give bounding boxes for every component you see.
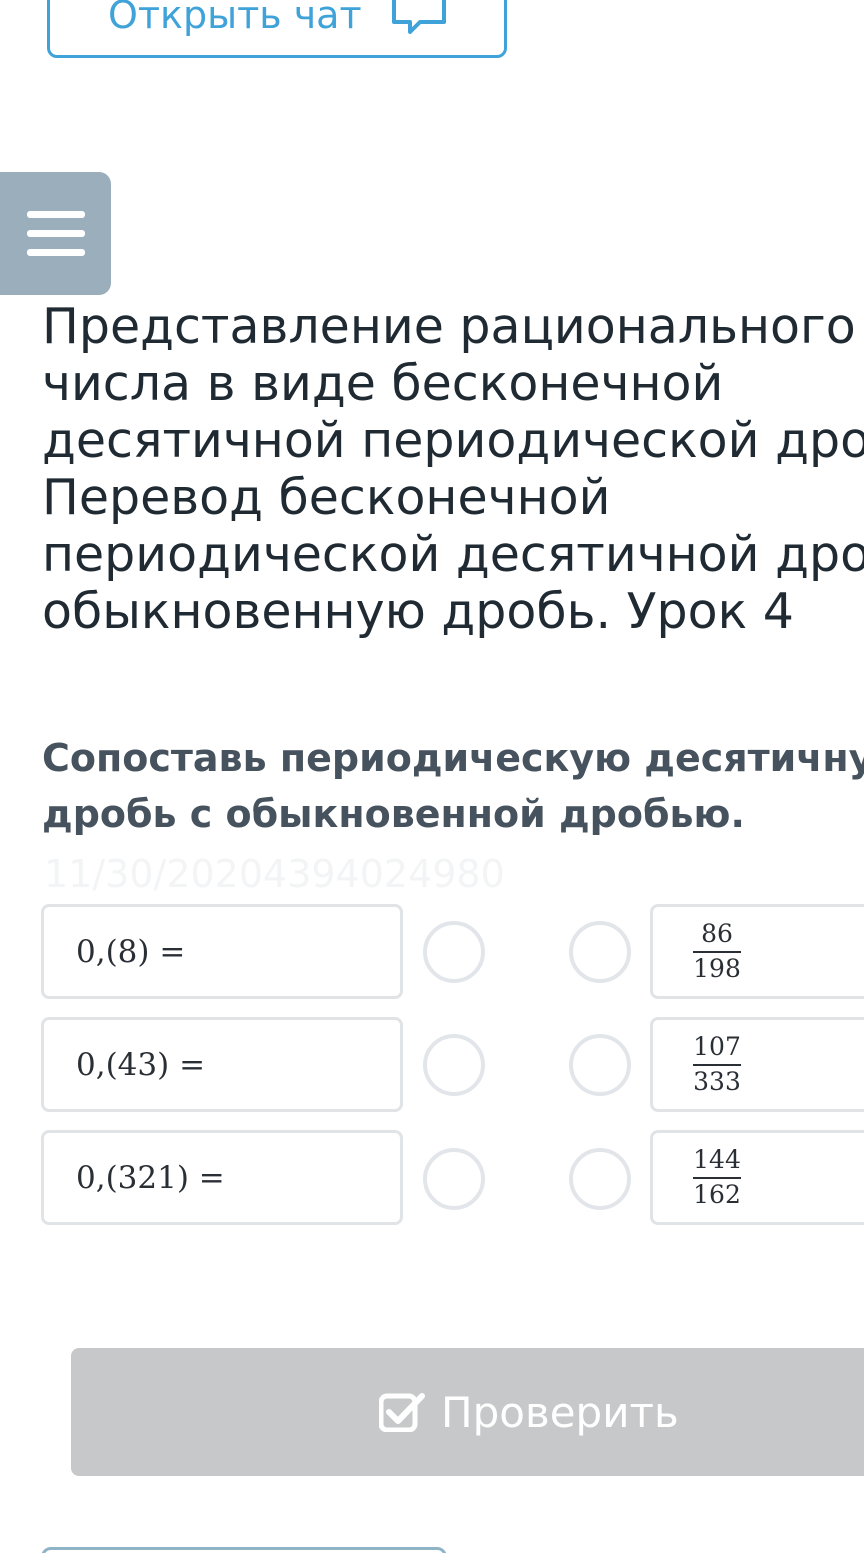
checkbox-icon	[379, 1393, 425, 1432]
right-connector-radio[interactable]	[569, 921, 631, 983]
fraction-denominator: 162	[693, 1180, 741, 1209]
task-id: 11/30/20204394024980	[44, 852, 505, 896]
left-connector-radio[interactable]	[423, 1034, 485, 1096]
fraction-numerator: 144	[693, 1145, 741, 1174]
menu-button[interactable]	[0, 172, 111, 295]
right-connector-radio[interactable]	[569, 1034, 631, 1096]
next-button[interactable]	[41, 1547, 447, 1553]
right-connector-radio[interactable]	[569, 1148, 631, 1210]
open-chat-button[interactable]: Открыть чат	[47, 0, 507, 58]
fraction-numerator: 86	[701, 919, 733, 948]
fraction-numerator: 107	[693, 1032, 741, 1061]
match-left-item[interactable]: 0,(8) =	[41, 904, 403, 999]
decimal-expression: 0,(321) =	[76, 1159, 225, 1196]
match-left-item[interactable]: 0,(43) =	[41, 1017, 403, 1112]
match-right-item[interactable]: 86 198	[650, 904, 864, 999]
fraction-denominator: 198	[693, 954, 741, 983]
fraction-bar	[693, 951, 741, 953]
fraction-bar	[693, 1064, 741, 1066]
hamburger-menu-icon	[26, 210, 85, 256]
lesson-title: Представление рационального числа в виде…	[42, 298, 864, 640]
fraction: 107 333	[693, 1032, 741, 1097]
decimal-expression: 0,(8) =	[76, 933, 186, 970]
fraction: 86 198	[693, 919, 741, 984]
fraction: 144 162	[693, 1145, 741, 1210]
check-button-label: Проверить	[441, 1387, 679, 1437]
match-right-item[interactable]: 144 162	[650, 1130, 864, 1225]
open-chat-label: Открыть чат	[108, 0, 362, 37]
task-prompt: Сопоставь периодическую десятичную дробь…	[42, 736, 864, 836]
page: Открыть чат Представление рационального …	[0, 0, 864, 1553]
fraction-bar	[693, 1177, 741, 1179]
fraction-denominator: 333	[693, 1067, 741, 1096]
decimal-expression: 0,(43) =	[76, 1046, 206, 1083]
check-button[interactable]: Проверить	[71, 1348, 864, 1476]
left-connector-radio[interactable]	[423, 1148, 485, 1210]
chat-bubble-icon	[391, 0, 446, 34]
match-right-item[interactable]: 107 333	[650, 1017, 864, 1112]
left-connector-radio[interactable]	[423, 921, 485, 983]
match-left-item[interactable]: 0,(321) =	[41, 1130, 403, 1225]
